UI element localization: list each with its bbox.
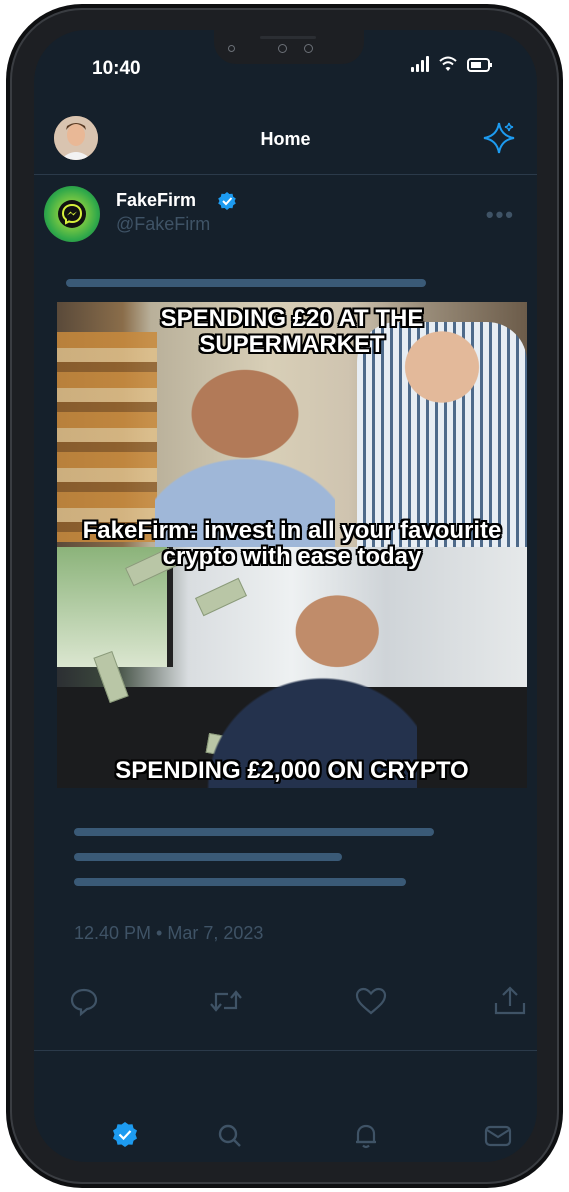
account-name[interactable]: FakeFirm bbox=[116, 190, 196, 211]
meme-image[interactable]: SPENDING £20 AT THE SUPERMARKET FakeFirm… bbox=[57, 302, 527, 788]
sensor-dot bbox=[304, 44, 313, 53]
messenger-icon bbox=[61, 203, 83, 225]
speaker bbox=[260, 36, 316, 39]
share-icon[interactable] bbox=[492, 985, 528, 1022]
home-icon[interactable] bbox=[109, 1120, 141, 1157]
status-time: 10:40 bbox=[92, 58, 141, 79]
meme-bottom-text: SPENDING £2,000 ON CRYPTO bbox=[115, 757, 469, 784]
shelf-graphic bbox=[57, 332, 157, 542]
tweet-header: FakeFirm @FakeFirm ••• bbox=[34, 178, 537, 258]
account-handle[interactable]: @FakeFirm bbox=[116, 214, 210, 235]
header: Home bbox=[34, 110, 537, 175]
reply-icon[interactable] bbox=[68, 985, 100, 1022]
tweet-timestamp: 12.40 PM • Mar 7, 2023 bbox=[74, 923, 264, 943]
messages-icon[interactable] bbox=[482, 1120, 514, 1157]
more-options-icon[interactable]: ••• bbox=[486, 202, 515, 228]
firm-logo[interactable] bbox=[44, 186, 100, 242]
verified-badge-icon bbox=[217, 191, 237, 216]
text-placeholder-bar bbox=[74, 853, 342, 861]
meme-middle-text: FakeFirm: invest in all your favourite c… bbox=[82, 517, 502, 570]
page-title: Home bbox=[260, 129, 311, 149]
text-placeholder-bar bbox=[74, 828, 434, 836]
divider bbox=[34, 1050, 537, 1051]
tab-bar bbox=[34, 1120, 537, 1160]
notifications-icon[interactable] bbox=[350, 1120, 382, 1157]
phone-frame: 10:40 Home FakeFirm @FakeFirm ••• SPENDI… bbox=[10, 8, 559, 1184]
screen: 10:40 Home FakeFirm @FakeFirm ••• SPENDI… bbox=[34, 30, 537, 1162]
search-icon[interactable] bbox=[214, 1120, 246, 1157]
sensor-dot bbox=[228, 45, 235, 52]
retweet-icon[interactable] bbox=[208, 985, 244, 1022]
like-icon[interactable] bbox=[354, 985, 388, 1022]
tweet-actions bbox=[34, 985, 537, 1025]
text-placeholder-bar bbox=[66, 279, 426, 287]
wifi-icon bbox=[439, 56, 457, 71]
signal-icon bbox=[411, 56, 429, 72]
battery-icon bbox=[467, 58, 492, 72]
notch bbox=[214, 30, 364, 64]
logo-inner bbox=[58, 200, 86, 228]
status-icons bbox=[411, 56, 493, 72]
meme-panel-crypto bbox=[57, 547, 527, 788]
sparkle-icon[interactable] bbox=[481, 120, 517, 161]
meme-top-text: SPENDING £20 AT THE SUPERMARKET bbox=[160, 305, 424, 358]
camera-dot bbox=[278, 44, 287, 53]
text-placeholder-bar bbox=[74, 878, 406, 886]
